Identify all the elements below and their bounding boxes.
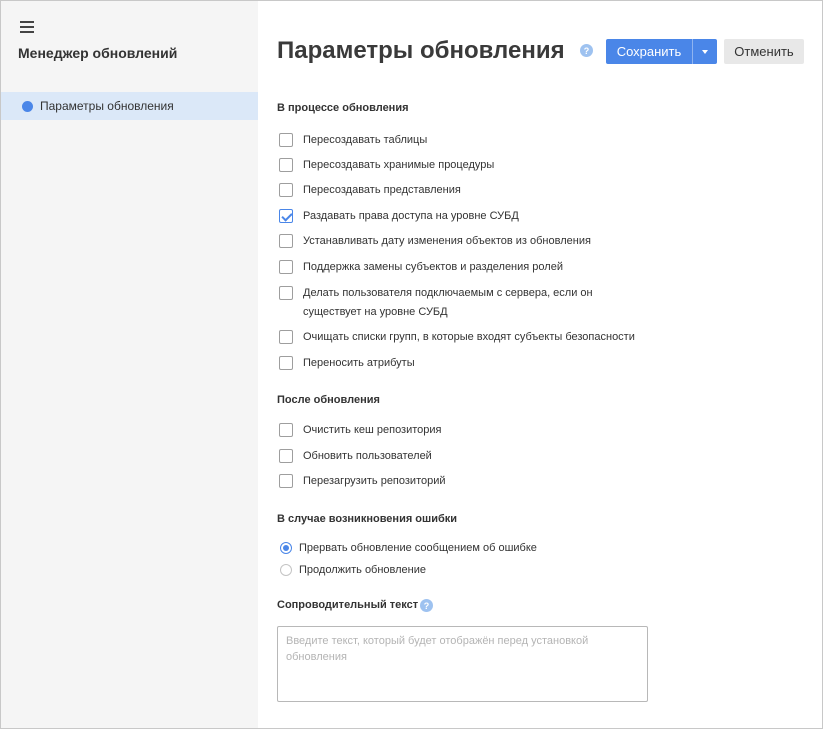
- chevron-down-icon: [702, 49, 708, 54]
- option-label: Пересоздавать хранимые процедуры: [303, 159, 495, 171]
- page-title: Параметры обновления: [277, 37, 565, 64]
- option-recreate-views[interactable]: Пересоздавать представления: [279, 183, 649, 200]
- option-update-users[interactable]: Обновить пользователей: [279, 449, 649, 466]
- option-recreate-stored-procedures[interactable]: Пересоздавать хранимые процедуры: [279, 158, 649, 175]
- menu-icon[interactable]: [20, 21, 34, 33]
- radio-option-continue-update[interactable]: Продолжить обновление: [280, 564, 426, 576]
- help-icon[interactable]: ?: [420, 599, 433, 612]
- option-clear-repository-cache[interactable]: Очистить кеш репозитория: [279, 423, 649, 440]
- section-title-after-update: После обновления: [277, 394, 380, 406]
- option-label: Обновить пользователей: [303, 450, 432, 462]
- checkbox[interactable]: [279, 474, 293, 488]
- checkbox[interactable]: [279, 260, 293, 274]
- radio-label: Продолжить обновление: [299, 564, 427, 576]
- section-title-on-error: В случае возникновения ошибки: [277, 513, 458, 525]
- update-manager-window: Менеджер обновлений Параметры обновления…: [0, 0, 823, 729]
- app-title: Менеджер обновлений: [18, 45, 178, 61]
- option-clear-group-lists[interactable]: Очищать списки групп, в которые входят с…: [279, 330, 649, 347]
- option-label: Пересоздавать таблицы: [303, 134, 428, 146]
- sidebar-item-update-parameters[interactable]: Параметры обновления: [1, 92, 258, 120]
- checkbox[interactable]: [279, 330, 293, 344]
- option-label: Пересоздавать представления: [303, 184, 461, 196]
- checkbox[interactable]: [279, 423, 293, 437]
- checkbox[interactable]: [279, 133, 293, 147]
- cancel-button[interactable]: Отменить: [724, 39, 804, 64]
- save-options-dropdown-button[interactable]: [692, 39, 717, 64]
- option-label: Поддержка замены субъектов и разделения …: [303, 261, 563, 273]
- option-recreate-tables[interactable]: Пересоздавать таблицы: [279, 133, 649, 150]
- checkbox[interactable]: [279, 356, 293, 370]
- checkbox[interactable]: [279, 286, 293, 300]
- circle-icon: [22, 100, 33, 112]
- option-grant-dbms-access[interactable]: Раздавать права доступа на уровне СУБД: [279, 209, 649, 226]
- radio-label: Прервать обновление сообщением об ошибке: [299, 542, 537, 554]
- option-reload-repository[interactable]: Перезагрузить репозиторий: [279, 474, 649, 491]
- accompanying-text-input[interactable]: [277, 626, 648, 702]
- option-label: Очищать списки групп, в которые входят с…: [303, 331, 635, 343]
- checkbox[interactable]: [279, 183, 293, 197]
- radio-button[interactable]: [280, 564, 292, 576]
- save-button[interactable]: Сохранить: [606, 39, 692, 64]
- section-title-during-update: В процессе обновления: [277, 102, 409, 114]
- checkbox[interactable]: [279, 449, 293, 463]
- checkbox[interactable]: [279, 234, 293, 248]
- help-icon[interactable]: ?: [580, 44, 593, 57]
- option-label: Очистить кеш репозитория: [303, 424, 442, 436]
- option-label: Делать пользователя подключаемым с серве…: [303, 287, 593, 318]
- radio-button[interactable]: [280, 542, 292, 554]
- option-set-modification-date[interactable]: Устанавливать дату изменения объектов из…: [279, 234, 649, 251]
- option-server-connectable-user[interactable]: Делать пользователя подключаемым с серве…: [279, 286, 649, 322]
- option-label: Переносить атрибуты: [303, 357, 415, 369]
- checkbox[interactable]: [279, 158, 293, 172]
- option-transfer-attributes[interactable]: Переносить атрибуты: [279, 356, 649, 373]
- radio-option-abort-with-message[interactable]: Прервать обновление сообщением об ошибке: [280, 542, 537, 554]
- option-label: Раздавать права доступа на уровне СУБД: [303, 210, 519, 222]
- option-subject-replacement[interactable]: Поддержка замены субъектов и разделения …: [279, 260, 649, 277]
- sidebar-item-label: Параметры обновления: [40, 99, 174, 113]
- section-title-accompanying-text: Сопроводительный текст: [277, 599, 419, 611]
- option-label: Устанавливать дату изменения объектов из…: [303, 235, 591, 247]
- option-label: Перезагрузить репозиторий: [303, 475, 446, 487]
- sidebar: Менеджер обновлений Параметры обновления: [1, 1, 258, 728]
- checkbox[interactable]: [279, 209, 293, 223]
